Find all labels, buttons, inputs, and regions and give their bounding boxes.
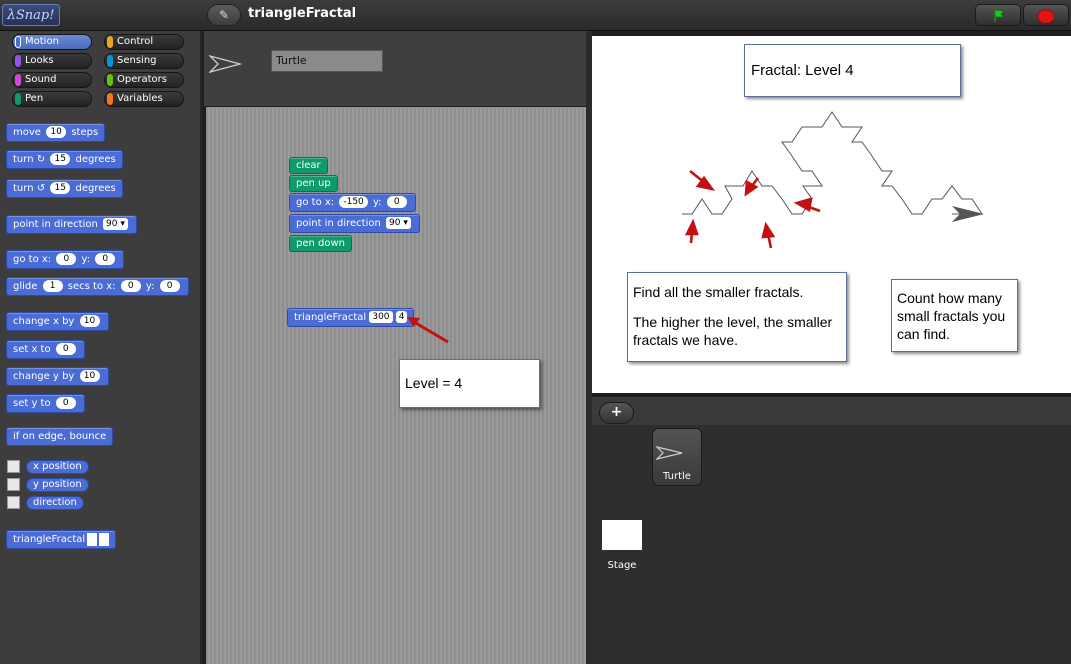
custom-trianglefractal-block[interactable]: triangleFractal (6, 530, 117, 549)
sensing-color-icon (107, 55, 113, 67)
pen-color-icon (15, 93, 21, 105)
pen-down-block[interactable]: pen down (289, 235, 352, 252)
set-x-input[interactable]: 0 (55, 343, 76, 355)
looks-color-icon (15, 55, 21, 67)
turtle-sprite-tile[interactable]: Turtle (652, 428, 702, 486)
turtle-sprite-icon (209, 55, 243, 73)
x-input[interactable]: -150 (339, 196, 368, 208)
set-y-block[interactable]: set y to 0 (6, 394, 85, 413)
stop-button[interactable] (1023, 4, 1069, 26)
category-looks[interactable]: Looks (12, 53, 92, 69)
direction-dropdown[interactable]: 90 ▾ (386, 217, 411, 229)
top-bar (0, 0, 1071, 31)
change-y-input[interactable]: 10 (79, 370, 100, 382)
if-on-edge-bounce-block[interactable]: if on edge, bounce (6, 427, 114, 446)
project-title: triangleFractal (248, 6, 357, 21)
degrees-input[interactable]: 15 (50, 182, 71, 194)
script-go-to-block[interactable]: go to x: -150 y: 0 (289, 193, 416, 212)
y-input[interactable]: 0 (159, 280, 180, 292)
turn-clockwise-block[interactable]: turn ↻ 15 degrees (6, 150, 123, 169)
sprite-name-field[interactable]: Turtle (271, 50, 383, 72)
direction-reporter[interactable]: direction (26, 496, 84, 510)
y-position-checkbox[interactable] (7, 478, 20, 491)
size-slot[interactable] (87, 532, 98, 546)
set-y-input[interactable]: 0 (55, 397, 76, 409)
steps-input[interactable]: 10 (46, 126, 67, 138)
add-sprite-button[interactable]: + (599, 402, 634, 424)
green-flag-icon (994, 9, 1005, 22)
direction-checkbox[interactable] (7, 496, 20, 509)
variables-color-icon (107, 93, 113, 105)
x-input[interactable]: 0 (56, 253, 77, 265)
stop-sign-icon (1037, 9, 1055, 24)
change-x-input[interactable]: 10 (79, 315, 100, 327)
edit-icon[interactable]: ✎ (207, 4, 241, 26)
point-in-direction-block[interactable]: point in direction 90 ▾ (6, 215, 137, 234)
glide-block[interactable]: glide 1 secs to x: 0 y: 0 (6, 277, 189, 296)
y-input[interactable]: 0 (386, 196, 407, 208)
stage-thumbnail[interactable] (602, 520, 642, 550)
set-x-block[interactable]: set x to 0 (6, 340, 85, 359)
red-arrows (684, 169, 821, 249)
level-callout: Level = 4 (399, 359, 540, 408)
pen-up-block[interactable]: pen up (289, 175, 338, 192)
script-trianglefractal-block[interactable]: triangleFractal 300 4 (287, 308, 415, 327)
sound-color-icon (15, 74, 21, 86)
direction-dropdown[interactable]: 90 ▾ (103, 218, 128, 230)
size-input[interactable]: 300 (369, 311, 393, 323)
category-motion[interactable]: Motion (12, 34, 92, 50)
degrees-input[interactable]: 15 (50, 153, 71, 165)
category-pen[interactable]: Pen (12, 91, 92, 107)
green-flag-button[interactable] (975, 4, 1021, 26)
sprite-header (204, 31, 588, 106)
secs-input[interactable]: 1 (42, 280, 63, 292)
snap-logo[interactable]: λSnap! (2, 4, 60, 26)
x-position-checkbox[interactable] (7, 460, 20, 473)
move-steps-block[interactable]: move 10 steps (6, 123, 106, 142)
turn-counterclockwise-block[interactable]: turn ↺ 15 degrees (6, 179, 123, 198)
category-control[interactable]: Control (104, 34, 184, 50)
turtle-sprite-label: Turtle (663, 471, 691, 482)
y-position-reporter[interactable]: y position (26, 478, 89, 492)
category-sound[interactable]: Sound (12, 72, 92, 88)
operators-color-icon (107, 74, 113, 86)
turtle-thumbnail-icon (656, 446, 683, 460)
find-fractals-callout: Find all the smaller fractals. The highe… (627, 272, 847, 362)
corral-toolbar (592, 397, 1071, 425)
category-operators[interactable]: Operators (104, 72, 184, 88)
x-input[interactable]: 0 (120, 280, 141, 292)
change-x-block[interactable]: change x by 10 (6, 312, 109, 331)
change-y-block[interactable]: change y by 10 (6, 367, 109, 386)
fractal-path (682, 111, 983, 215)
control-color-icon (107, 36, 113, 48)
stage-label: Stage (607, 560, 637, 571)
level-slot[interactable] (99, 532, 110, 546)
x-position-reporter[interactable]: x position (26, 460, 89, 474)
y-input[interactable]: 0 (95, 253, 116, 265)
count-fractals-callout: Count how many small fractals you can fi… (891, 279, 1018, 352)
go-to-xy-block[interactable]: go to x: 0 y: 0 (6, 250, 125, 269)
script-point-direction-block[interactable]: point in direction 90 ▾ (289, 214, 420, 233)
level-arrow-icon (407, 317, 449, 344)
clear-block[interactable]: clear (289, 157, 328, 174)
motion-color-icon (15, 36, 21, 48)
category-sensing[interactable]: Sensing (104, 53, 184, 69)
category-variables[interactable]: Variables (104, 91, 184, 107)
